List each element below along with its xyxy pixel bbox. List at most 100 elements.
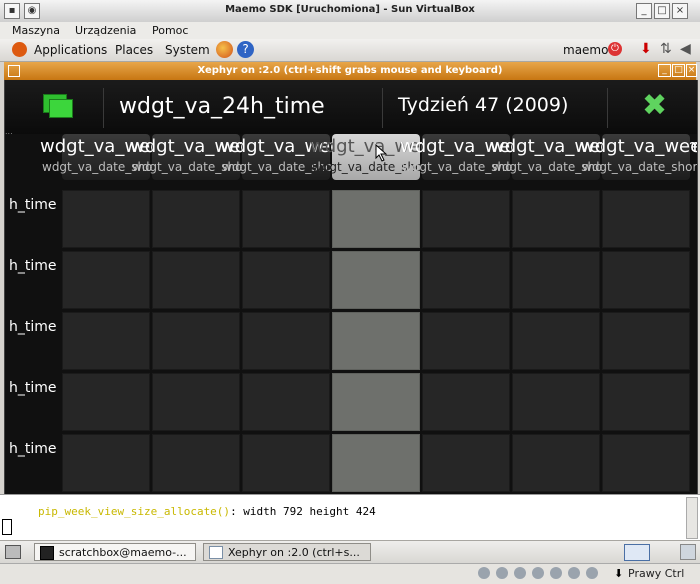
- switch-view-icon-front: [49, 99, 73, 118]
- time-slot-cell[interactable]: [332, 312, 420, 370]
- menu-pomoc[interactable]: Pomoc: [152, 24, 188, 37]
- minimize-icon[interactable]: _: [636, 3, 652, 19]
- trash-icon[interactable]: [680, 544, 696, 560]
- terminal-text: : width 792 height 424: [230, 505, 376, 518]
- time-slot-cell[interactable]: [242, 251, 330, 309]
- time-slot-cell[interactable]: [512, 251, 600, 309]
- time-label: h_time: [9, 441, 57, 457]
- taskbar-item-xephyr[interactable]: Xephyr on :2.0 (ctrl+s...: [203, 543, 371, 561]
- help-icon[interactable]: ?: [237, 41, 254, 58]
- workspace-switcher-icon[interactable]: [624, 544, 650, 561]
- divider: [607, 88, 608, 128]
- time-slot-cell[interactable]: [62, 312, 150, 370]
- app-header: wdgt_va_24h_time Tydzień 47 (2009) ✖: [5, 80, 697, 134]
- time-slot-cell[interactable]: [512, 190, 600, 248]
- xephyr-close-icon[interactable]: ×: [686, 64, 697, 77]
- time-slot-cell[interactable]: [242, 312, 330, 370]
- time-slot-cell[interactable]: [242, 434, 330, 492]
- time-slot-cell[interactable]: [62, 190, 150, 248]
- time-slot-cell[interactable]: [512, 312, 600, 370]
- page-title: wdgt_va_24h_time: [119, 94, 325, 119]
- terminal-function: pip_week_view_size_allocate(): [38, 505, 231, 518]
- time-slot-cell[interactable]: [152, 190, 240, 248]
- applications-menu[interactable]: Applications: [34, 43, 107, 57]
- show-desktop-icon[interactable]: [5, 545, 21, 559]
- terminal-pane[interactable]: pip_week_view_size_allocate(): width 792…: [0, 494, 700, 541]
- terminal-line: pip_week_view_size_allocate(): width 792…: [38, 505, 376, 518]
- taskbar-item-terminal[interactable]: scratchbox@maemo-...: [34, 543, 196, 561]
- network-icon[interactable]: ⇅: [660, 41, 672, 57]
- time-label: h_time: [9, 380, 57, 396]
- week-label[interactable]: Tydzień 47 (2009): [398, 94, 568, 116]
- vbox-title: Maemo SDK [Uruchomiona] - Sun VirtualBox: [225, 4, 475, 15]
- time-slot-cell[interactable]: [152, 373, 240, 431]
- xephyr-minimize-icon[interactable]: _: [658, 64, 671, 77]
- time-slot-cell[interactable]: [62, 373, 150, 431]
- maximize-icon[interactable]: □: [654, 3, 670, 19]
- time-slot-cell[interactable]: [332, 190, 420, 248]
- vbox-statusbar: ⬇ Prawy Ctrl: [0, 563, 700, 584]
- time-slot-cell[interactable]: [152, 312, 240, 370]
- host-key-icon: ⬇: [614, 567, 624, 580]
- ghost-label: ...: [5, 127, 13, 136]
- time-slot-cell[interactable]: [512, 434, 600, 492]
- hdd-icon: [478, 567, 490, 579]
- terminal-cursor: [2, 519, 12, 535]
- day-name: wdgt_va_weekday_name_s: [580, 136, 698, 157]
- xephyr-titlebar: Xephyr on :2.0 (ctrl+shift grabs mouse a…: [4, 62, 697, 80]
- taskbar: scratchbox@maemo-... Xephyr on :2.0 (ctr…: [0, 540, 700, 564]
- time-slot-cell[interactable]: [422, 434, 510, 492]
- mouse-cursor-icon: [375, 144, 387, 162]
- ubuntu-logo-icon[interactable]: [12, 42, 27, 57]
- close-app-icon[interactable]: ✖: [642, 88, 667, 123]
- places-menu[interactable]: Places: [115, 43, 153, 57]
- usb-icon: [550, 567, 562, 579]
- menu-urzadzenia[interactable]: Urządzenia: [75, 24, 136, 37]
- network-adapter-icon: [532, 567, 544, 579]
- gnome-panel: Applications Places System ? maemo ⏻ ⬇ ⇅…: [0, 39, 700, 62]
- time-slot-cell[interactable]: [332, 373, 420, 431]
- time-slot-cell[interactable]: [422, 251, 510, 309]
- system-menu[interactable]: System: [165, 43, 210, 57]
- vbox-titlebar: ▪ ◉ Maemo SDK [Uruchomiona] - Sun Virtua…: [0, 0, 700, 23]
- volume-icon[interactable]: ◀: [680, 41, 691, 57]
- power-icon[interactable]: ⏻: [608, 42, 622, 56]
- cd-icon: [496, 567, 508, 579]
- time-slot-cell[interactable]: [602, 312, 690, 370]
- time-slot-cell[interactable]: [332, 251, 420, 309]
- window-icon: [209, 546, 223, 559]
- time-label: h_time: [9, 197, 57, 213]
- day-header[interactable]: wdgt_va_weekday_name_s wdgt_va_date_short: [580, 134, 697, 180]
- time-slot-cell[interactable]: [602, 251, 690, 309]
- terminal-scrollbar[interactable]: [686, 497, 698, 539]
- close-icon[interactable]: ×: [672, 3, 688, 19]
- time-slot-cell[interactable]: [512, 373, 600, 431]
- divider: [103, 88, 104, 128]
- time-slot-cell[interactable]: [62, 434, 150, 492]
- time-label: h_time: [9, 258, 57, 274]
- download-icon[interactable]: ⬇: [640, 41, 652, 57]
- time-slot-cell[interactable]: [422, 312, 510, 370]
- time-slot-cell[interactable]: [602, 373, 690, 431]
- divider: [382, 88, 383, 128]
- time-slot-cell[interactable]: [242, 190, 330, 248]
- xephyr-maximize-icon[interactable]: □: [672, 64, 685, 77]
- time-label: h_time: [9, 319, 57, 335]
- time-slot-cell[interactable]: [332, 434, 420, 492]
- time-slot-cell[interactable]: [422, 190, 510, 248]
- menu-maszyna[interactable]: Maszyna: [12, 24, 60, 37]
- time-slot-cell[interactable]: [602, 434, 690, 492]
- time-slot-cell[interactable]: [62, 251, 150, 309]
- terminal-icon: [40, 546, 54, 560]
- host-key-label: Prawy Ctrl: [628, 567, 685, 580]
- time-slot-cell[interactable]: [602, 190, 690, 248]
- mouse-integration-icon: [586, 567, 598, 579]
- day-date: wdgt_va_date_short: [582, 160, 698, 174]
- user-name: maemo: [563, 43, 609, 57]
- time-slot-cell[interactable]: [242, 373, 330, 431]
- time-slot-cell[interactable]: [152, 251, 240, 309]
- time-slot-cell[interactable]: [422, 373, 510, 431]
- time-slot-cell[interactable]: [152, 434, 240, 492]
- firefox-icon[interactable]: [216, 41, 233, 58]
- shared-folder-icon: [568, 567, 580, 579]
